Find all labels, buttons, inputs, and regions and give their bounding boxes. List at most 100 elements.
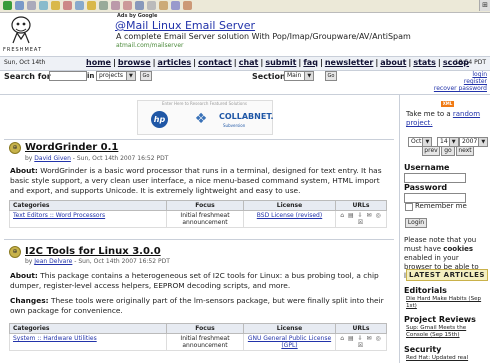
prev-day-button[interactable]: prev — [422, 146, 440, 156]
cookies-bold: cookies — [443, 245, 474, 253]
nav-separator: | — [152, 58, 156, 67]
current-date: Sun, Oct 14th — [4, 59, 46, 66]
freshmeat-logo[interactable] — [7, 15, 35, 45]
next-day-button[interactable]: next — [456, 146, 474, 156]
mail-icon[interactable] — [99, 1, 108, 10]
ad-url[interactable]: atmail.com/mailserver — [116, 42, 183, 49]
category-link[interactable]: System :: Hardware Utilities — [9, 333, 167, 351]
chevron-down-icon: ▼ — [304, 72, 314, 80]
nav-separator: | — [112, 58, 116, 67]
security-heading[interactable]: Security — [404, 345, 441, 354]
project-byline: by David Given - Sun, Oct 14th 2007 16:5… — [25, 155, 168, 162]
url-icons[interactable]: ⌂ ▤ ⇩ ✉ ◎ ☒ — [335, 210, 387, 228]
editorials-heading[interactable]: Editorials — [404, 286, 447, 295]
edit-icon[interactable] — [123, 1, 132, 10]
go-date-button[interactable]: go — [441, 146, 455, 156]
nav-separator: | — [233, 58, 237, 67]
review-item-link[interactable]: Sup: Gmail Meets the Console (Sep 15th) — [406, 325, 486, 339]
ad-title-link[interactable]: @Mail Linux Email Server — [115, 19, 255, 32]
nav-browse[interactable]: browse — [118, 58, 151, 67]
stop-icon[interactable] — [27, 1, 36, 10]
editorial-item-link[interactable]: Die Hard Make Habits (Sep 1st) — [406, 296, 486, 310]
nav-home[interactable]: home — [86, 58, 111, 67]
login-button[interactable]: Login — [405, 218, 427, 228]
divider — [4, 239, 394, 240]
latest-articles-header: LATEST ARTICLES — [406, 269, 488, 281]
about-label: About: — [10, 166, 38, 175]
nav-faq[interactable]: faq — [303, 58, 318, 67]
about-text: This package contains a heterogeneous se… — [10, 271, 379, 290]
table-header-row: Categories Focus License URLs — [9, 200, 387, 211]
url-icons[interactable]: ⌂ ▤ ⇩ ✉ ◎ ☒ — [335, 333, 387, 351]
sponsor-heading: Enter Here to Research Featured Solution… — [162, 101, 247, 106]
security-item-link[interactable]: Red Hat: Updated real — [406, 355, 486, 362]
license-link[interactable]: BSD License (revised) — [243, 210, 336, 228]
nav-scoop[interactable]: scoop — [443, 58, 469, 67]
category-link[interactable]: Text Editors :: Word Processors — [9, 210, 167, 228]
collabnet-logo[interactable]: COLLABNET. — [219, 112, 274, 121]
collabnet-subtitle: Subversion — [223, 123, 246, 128]
post-date: - Sun, Oct 14th 2007 16:52 PDT — [74, 258, 170, 265]
section-go-button[interactable]: Go — [325, 71, 337, 81]
search-scope-select[interactable]: projects ▼ — [96, 71, 136, 81]
remember-me-label: Remember me — [415, 202, 467, 210]
tools-icon[interactable] — [159, 1, 168, 10]
chevron-down-icon: ▼ — [125, 72, 135, 80]
search-input[interactable] — [49, 71, 87, 81]
author-link[interactable]: David Given — [34, 155, 71, 162]
col-license: License — [243, 323, 336, 334]
reload-icon[interactable] — [39, 1, 48, 10]
print-icon[interactable] — [111, 1, 120, 10]
col-categories: Categories — [9, 200, 167, 211]
media-icon[interactable] — [183, 1, 192, 10]
xml-feed-icon[interactable]: XML — [441, 101, 454, 107]
nav-about[interactable]: about — [380, 58, 406, 67]
search-go-button[interactable]: Go — [140, 71, 152, 81]
discuss-icon[interactable] — [135, 1, 144, 10]
project-title-link[interactable]: WordGrinder 0.1 — [25, 142, 118, 153]
register-link[interactable]: register — [464, 78, 487, 85]
login-link[interactable]: login — [472, 71, 487, 78]
project-title-link[interactable]: I2C Tools for Linux 3.0.0 — [25, 246, 161, 257]
home-icon[interactable] — [51, 1, 60, 10]
search-scope-value: projects — [99, 72, 123, 79]
nav-newsletter[interactable]: newsletter — [325, 58, 373, 67]
author-link[interactable]: Jean Delvare — [34, 258, 72, 265]
divider — [0, 94, 490, 95]
paw-logo-icon[interactable]: ❖ — [193, 111, 209, 127]
sidebar-divider — [399, 95, 400, 363]
table-header-row: Categories Focus License URLs — [9, 323, 387, 334]
hp-logo[interactable]: hp — [151, 111, 168, 128]
bookmarks-icon[interactable] — [75, 1, 84, 10]
license-link[interactable]: GNU General Public License (GPL) — [243, 333, 336, 351]
history-icon[interactable] — [63, 1, 72, 10]
favorites-icon[interactable] — [87, 1, 96, 10]
chevron-down-icon: ▼ — [448, 138, 458, 146]
table-row: System :: Hardware Utilities Initial fre… — [9, 333, 387, 351]
nav-stats[interactable]: stats — [413, 58, 436, 67]
research-icon[interactable] — [171, 1, 180, 10]
section-value: Main — [287, 72, 302, 79]
forward-icon[interactable] — [15, 1, 24, 10]
nav-articles[interactable]: articles — [158, 58, 192, 67]
project-info-table: Categories Focus License URLs Text Edito… — [9, 200, 387, 228]
scroll-up-icon[interactable]: ⊞ — [479, 0, 490, 11]
project-byline: by Jean Delvare - Sun, Oct 14th 2007 16:… — [25, 258, 170, 265]
byline-prefix: by — [25, 258, 33, 265]
project-about: About: WordGrinder is a basic word proce… — [10, 166, 385, 196]
project-reviews-heading[interactable]: Project Reviews — [404, 315, 476, 324]
back-icon[interactable] — [3, 1, 12, 10]
about-text: WordGrinder is a basic word processor th… — [10, 166, 382, 195]
random-project-text: Take me to a random project. — [406, 110, 490, 128]
section-select[interactable]: Main ▼ — [284, 71, 315, 81]
byline-prefix: by — [25, 155, 33, 162]
col-urls: URLs — [335, 200, 387, 211]
messenger-icon[interactable] — [147, 1, 156, 10]
nav-submit[interactable]: submit — [265, 58, 296, 67]
remember-me-checkbox[interactable] — [405, 203, 413, 211]
nav-contact[interactable]: contact — [198, 58, 232, 67]
recover-password-link[interactable]: recover password — [434, 85, 487, 92]
nav-chat[interactable]: chat — [239, 58, 259, 67]
username-field[interactable] — [404, 173, 466, 183]
logo-wordmark: FRESHMEAT — [3, 47, 43, 53]
